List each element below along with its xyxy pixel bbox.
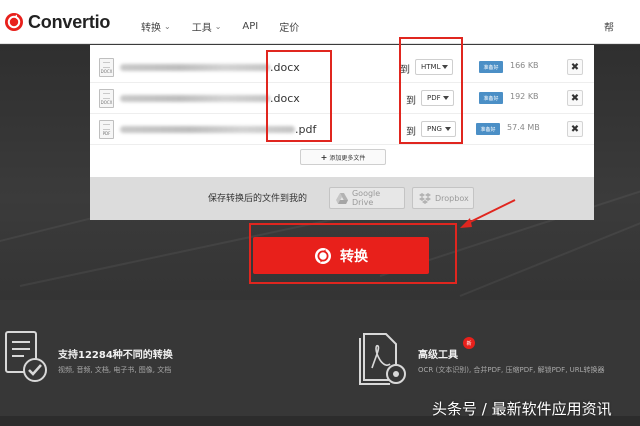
- google-drive-icon: [336, 192, 348, 204]
- target-format-value: PNG: [427, 125, 442, 133]
- blurred-filename: [120, 64, 270, 71]
- feature-title-advanced-tools: 高级工具: [418, 350, 458, 361]
- nav-pricing-label: 定价: [279, 23, 300, 34]
- blurred-filename: [120, 126, 295, 133]
- file-extension: .docx: [270, 92, 300, 105]
- convert-button[interactable]: 转换: [253, 237, 429, 274]
- document-file-icon: DOCX: [99, 89, 114, 108]
- caret-down-icon: [445, 127, 451, 131]
- remove-file-button[interactable]: ✖: [567, 90, 583, 106]
- save-to-cloud-bar: 保存转换后的文件到我的 Google Drive Dropbox: [90, 177, 594, 220]
- file-row: DOCX .docx 到 PDF 准备好 192 KB ✖: [90, 83, 594, 114]
- convert-icon: [315, 247, 331, 264]
- file-row: PDF .pdf 到 PNG 准备好 57.4 MB ✖: [90, 114, 594, 145]
- nav-tools-label: 工具: [191, 23, 212, 34]
- feature-desc-conversions: 视频, 音频, 文档, 电子书, 图像, 文档: [58, 366, 172, 374]
- document-check-icon: [5, 331, 47, 382]
- close-icon: ✖: [570, 92, 580, 104]
- status-badge: 准备好: [479, 61, 503, 73]
- to-label: 到: [400, 65, 410, 76]
- feature-title-conversions: 支持12284种不同的转换: [58, 350, 173, 361]
- file-list: DOCX .docx 到 HTML 准备好 166 KB ✖ DOCX .doc…: [90, 45, 594, 177]
- status-badge: 准备好: [476, 123, 500, 135]
- brand-name: Convertio: [28, 11, 111, 32]
- file-size: 192 KB: [510, 92, 539, 101]
- nav-convert[interactable]: 转换 ⌄: [141, 19, 171, 34]
- nav-tools[interactable]: 工具 ⌄: [192, 19, 222, 34]
- file-extension: .docx: [270, 61, 300, 74]
- nav-convert-label: 转换: [141, 23, 161, 34]
- file-icon-ext: DOCX: [100, 69, 113, 74]
- dropbox-button[interactable]: Dropbox: [412, 187, 474, 209]
- blurred-filename: [120, 95, 270, 102]
- nav-pricing[interactable]: 定价: [279, 19, 299, 34]
- file-size: 166 KB: [510, 61, 539, 70]
- converter-panel: DOCX .docx 到 HTML 准备好 166 KB ✖ DOCX .doc…: [90, 45, 594, 220]
- top-navbar: Convertio 转换 ⌄ 工具 ⌄ API 定价 帮: [0, 0, 640, 44]
- target-format-select[interactable]: HTML: [415, 59, 453, 75]
- save-to-label: 保存转换后的文件到我的: [208, 194, 308, 204]
- to-label: 到: [406, 96, 416, 107]
- watermark-text: 头条号 / 最新软件应用资讯: [432, 400, 612, 418]
- plus-icon: +: [320, 152, 328, 162]
- document-file-icon: PDF: [99, 120, 114, 139]
- convert-button-label: 转换: [340, 248, 368, 265]
- target-format-value: HTML: [421, 63, 441, 71]
- dropbox-label: Dropbox: [435, 193, 469, 203]
- target-format-value: PDF: [427, 94, 441, 102]
- file-row: DOCX .docx 到 HTML 准备好 166 KB ✖: [90, 52, 594, 83]
- pdf-tools-icon: [359, 333, 406, 385]
- remove-file-button[interactable]: ✖: [567, 59, 583, 75]
- file-icon-ext: DOCX: [100, 100, 113, 105]
- nav-help[interactable]: 帮: [604, 19, 614, 34]
- google-drive-button[interactable]: Google Drive: [329, 187, 405, 209]
- feature-desc-advanced-tools: OCR (文本识别), 合并PDF, 压缩PDF, 解锁PDF, URL转换器: [418, 366, 605, 374]
- caret-down-icon: [443, 96, 449, 100]
- dropbox-icon: [419, 192, 431, 204]
- target-format-select[interactable]: PDF: [421, 90, 454, 106]
- status-badge: 准备好: [479, 92, 503, 104]
- nav-api[interactable]: API: [242, 19, 258, 34]
- nav-api-label: API: [242, 21, 259, 32]
- new-badge: 新: [463, 337, 475, 349]
- to-label: 到: [406, 127, 416, 138]
- caret-down-icon: [442, 65, 448, 69]
- file-size: 57.4 MB: [507, 123, 540, 132]
- convertio-logo-icon: [5, 13, 23, 31]
- add-more-files-button[interactable]: + 添加更多文件: [300, 149, 386, 165]
- main-nav: 转换 ⌄ 工具 ⌄ API 定价: [141, 19, 320, 34]
- add-more-files-label: 添加更多文件: [329, 154, 366, 162]
- file-icon-ext: PDF: [102, 131, 111, 136]
- chevron-down-icon: ⌄: [164, 22, 171, 31]
- document-file-icon: DOCX: [99, 58, 114, 77]
- chevron-down-icon: ⌄: [214, 22, 222, 31]
- brand-logo[interactable]: Convertio: [4, 10, 110, 34]
- close-icon: ✖: [570, 61, 580, 73]
- file-extension: .pdf: [295, 123, 317, 136]
- close-icon: ✖: [570, 123, 580, 135]
- google-drive-label: Google Drive: [351, 189, 381, 207]
- target-format-select[interactable]: PNG: [421, 121, 456, 137]
- remove-file-button[interactable]: ✖: [567, 121, 583, 137]
